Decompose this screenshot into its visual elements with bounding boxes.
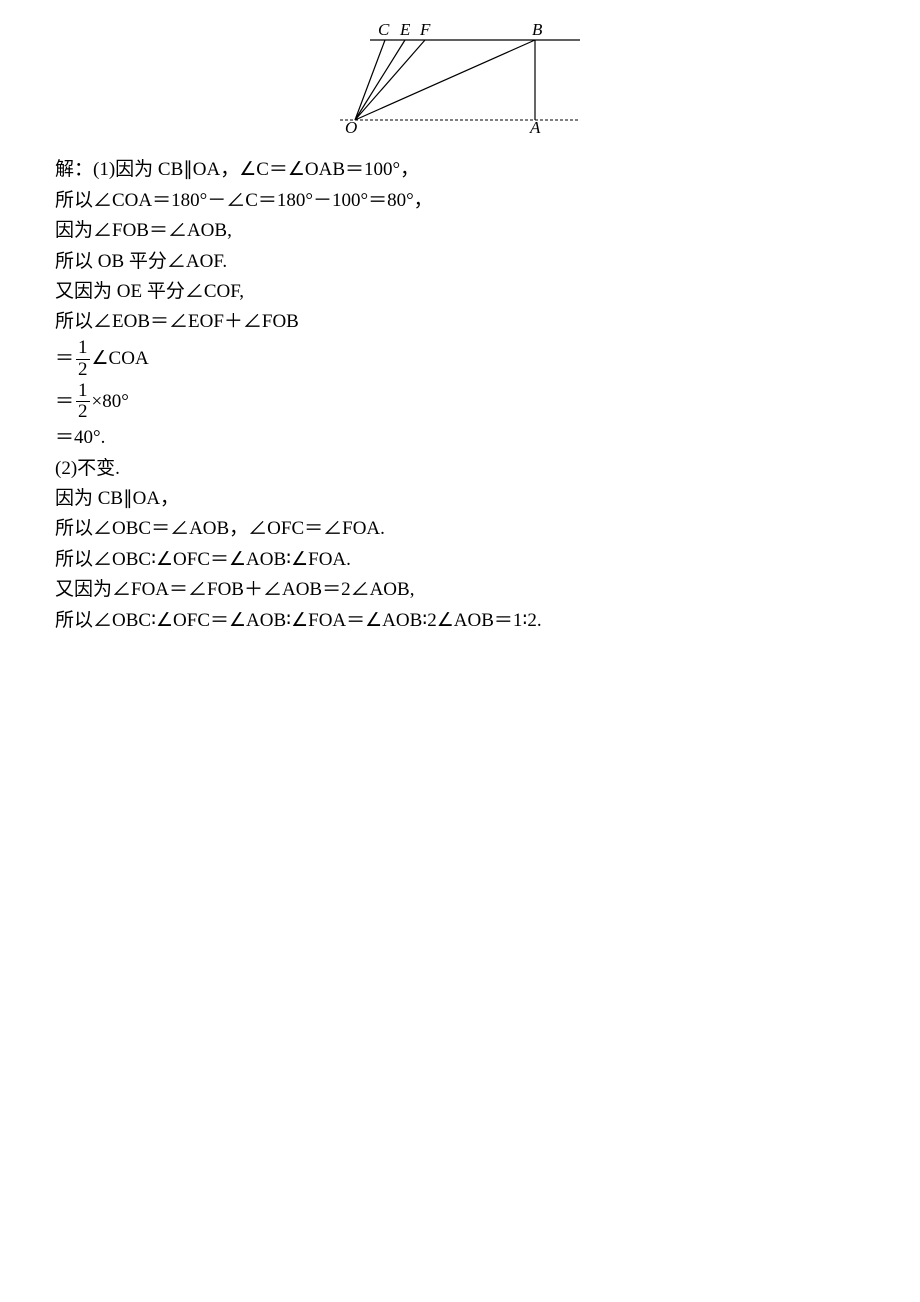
geometry-diagram: C E F B O A	[0, 0, 920, 155]
text-line: 所以∠OBC∶∠OFC＝∠AOB∶∠FOA＝∠AOB∶2∠AOB＝1∶2.	[55, 606, 865, 636]
text-line: 又因为∠FOA＝∠FOB＋∠AOB＝2∠AOB,	[55, 575, 865, 605]
text-line: 因为 CB∥OA，	[55, 484, 865, 514]
label-F: F	[419, 20, 431, 39]
text-line: 又因为 OE 平分∠COF,	[55, 277, 865, 307]
text-line: 解：(1)因为 CB∥OA，∠C＝∠OAB＝100°，	[55, 155, 865, 185]
fraction: 12	[76, 338, 90, 381]
eq-text: ＝	[55, 391, 74, 412]
text-line: 所以∠OBC∶∠OFC＝∠AOB∶∠FOA.	[55, 545, 865, 575]
diagram-svg: C E F B O A	[330, 20, 590, 140]
text-line: (2)不变.	[55, 454, 865, 484]
text-line: ＝40°.	[55, 423, 865, 453]
solution-text: 解：(1)因为 CB∥OA，∠C＝∠OAB＝100°， 所以∠COA＝180°－…	[0, 155, 920, 636]
label-B: B	[532, 20, 543, 39]
label-O: O	[345, 118, 357, 137]
fraction: 12	[76, 381, 90, 424]
eq-text: ＝	[55, 348, 74, 369]
text-line: 所以 OB 平分∠AOF.	[55, 247, 865, 277]
text-line: 所以∠COA＝180°－∠C＝180°－100°＝80°，	[55, 186, 865, 216]
text-line: ＝12∠COA	[55, 338, 865, 381]
eq-text: ×80°	[92, 391, 129, 412]
text-line: ＝12×80°	[55, 381, 865, 424]
text-line: 因为∠FOB＝∠AOB,	[55, 216, 865, 246]
label-A: A	[529, 118, 541, 137]
eq-text: ∠COA	[92, 348, 149, 369]
text-line: 所以∠OBC＝∠AOB，∠OFC＝∠FOA.	[55, 514, 865, 544]
label-C: C	[378, 20, 390, 39]
label-E: E	[399, 20, 411, 39]
text-line: 所以∠EOB＝∠EOF＋∠FOB	[55, 307, 865, 337]
